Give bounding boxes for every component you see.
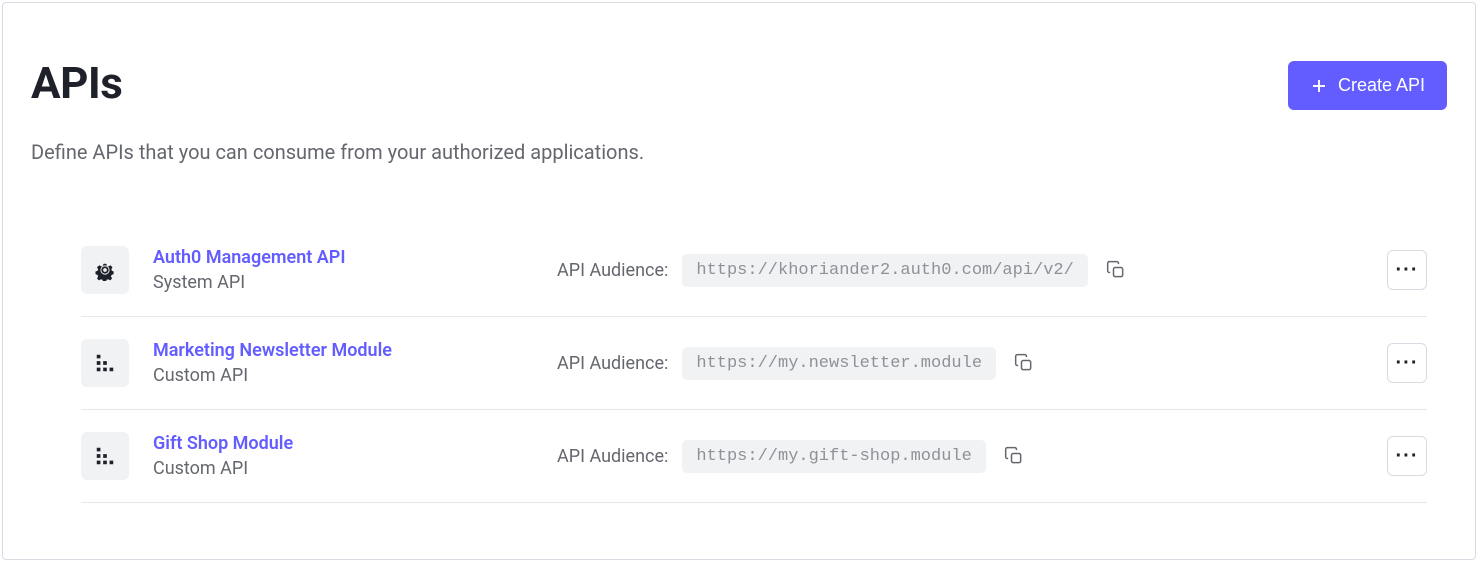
audience-value: https://my.newsletter.module xyxy=(682,347,996,380)
api-name-link[interactable]: Marketing Newsletter Module xyxy=(153,340,533,361)
page-title: APIs xyxy=(31,61,122,105)
cubes-icon xyxy=(94,445,116,467)
create-api-button[interactable]: Create API xyxy=(1288,61,1447,110)
api-name-column: Auth0 Management API System API xyxy=(153,247,533,293)
more-actions-button[interactable]: ··· xyxy=(1387,436,1427,476)
copy-audience-button[interactable] xyxy=(1102,256,1130,284)
api-icon xyxy=(81,432,129,480)
audience-label: API Audience: xyxy=(557,446,668,467)
page-subtitle: Define APIs that you can consume from yo… xyxy=(31,140,1447,164)
api-row: Auth0 Management API System API API Audi… xyxy=(81,224,1427,317)
audience-column: API Audience: https://my.newsletter.modu… xyxy=(557,347,1038,380)
audience-column: API Audience: https://khoriander2.auth0.… xyxy=(557,254,1130,287)
audience-label: API Audience: xyxy=(557,353,668,374)
api-row: Gift Shop Module Custom API API Audience… xyxy=(81,410,1427,503)
api-name-column: Marketing Newsletter Module Custom API xyxy=(153,340,533,386)
api-type: Custom API xyxy=(153,458,533,479)
audience-value: https://khoriander2.auth0.com/api/v2/ xyxy=(682,254,1087,287)
api-icon xyxy=(81,246,129,294)
api-name-column: Gift Shop Module Custom API xyxy=(153,433,533,479)
api-type: Custom API xyxy=(153,365,533,386)
api-icon xyxy=(81,339,129,387)
create-api-label: Create API xyxy=(1338,75,1425,96)
gear-icon xyxy=(94,259,116,281)
ellipsis-icon: ··· xyxy=(1396,446,1419,466)
more-actions-button[interactable]: ··· xyxy=(1387,343,1427,383)
copy-icon xyxy=(1106,260,1126,280)
api-name-link[interactable]: Auth0 Management API xyxy=(153,247,533,268)
copy-icon xyxy=(1014,353,1034,373)
copy-audience-button[interactable] xyxy=(1010,349,1038,377)
copy-audience-button[interactable] xyxy=(1000,442,1028,470)
audience-label: API Audience: xyxy=(557,260,668,281)
ellipsis-icon: ··· xyxy=(1396,353,1419,373)
plus-icon xyxy=(1310,77,1328,95)
audience-value: https://my.gift-shop.module xyxy=(682,440,985,473)
more-actions-button[interactable]: ··· xyxy=(1387,250,1427,290)
api-type: System API xyxy=(153,272,533,293)
api-list: Auth0 Management API System API API Audi… xyxy=(81,224,1427,503)
audience-column: API Audience: https://my.gift-shop.modul… xyxy=(557,440,1028,473)
api-row: Marketing Newsletter Module Custom API A… xyxy=(81,317,1427,410)
cubes-icon xyxy=(94,352,116,374)
copy-icon xyxy=(1004,446,1024,466)
page-header: APIs Create API xyxy=(31,3,1447,110)
ellipsis-icon: ··· xyxy=(1396,260,1419,280)
apis-page: APIs Create API Define APIs that you can… xyxy=(2,2,1476,560)
api-name-link[interactable]: Gift Shop Module xyxy=(153,433,533,454)
